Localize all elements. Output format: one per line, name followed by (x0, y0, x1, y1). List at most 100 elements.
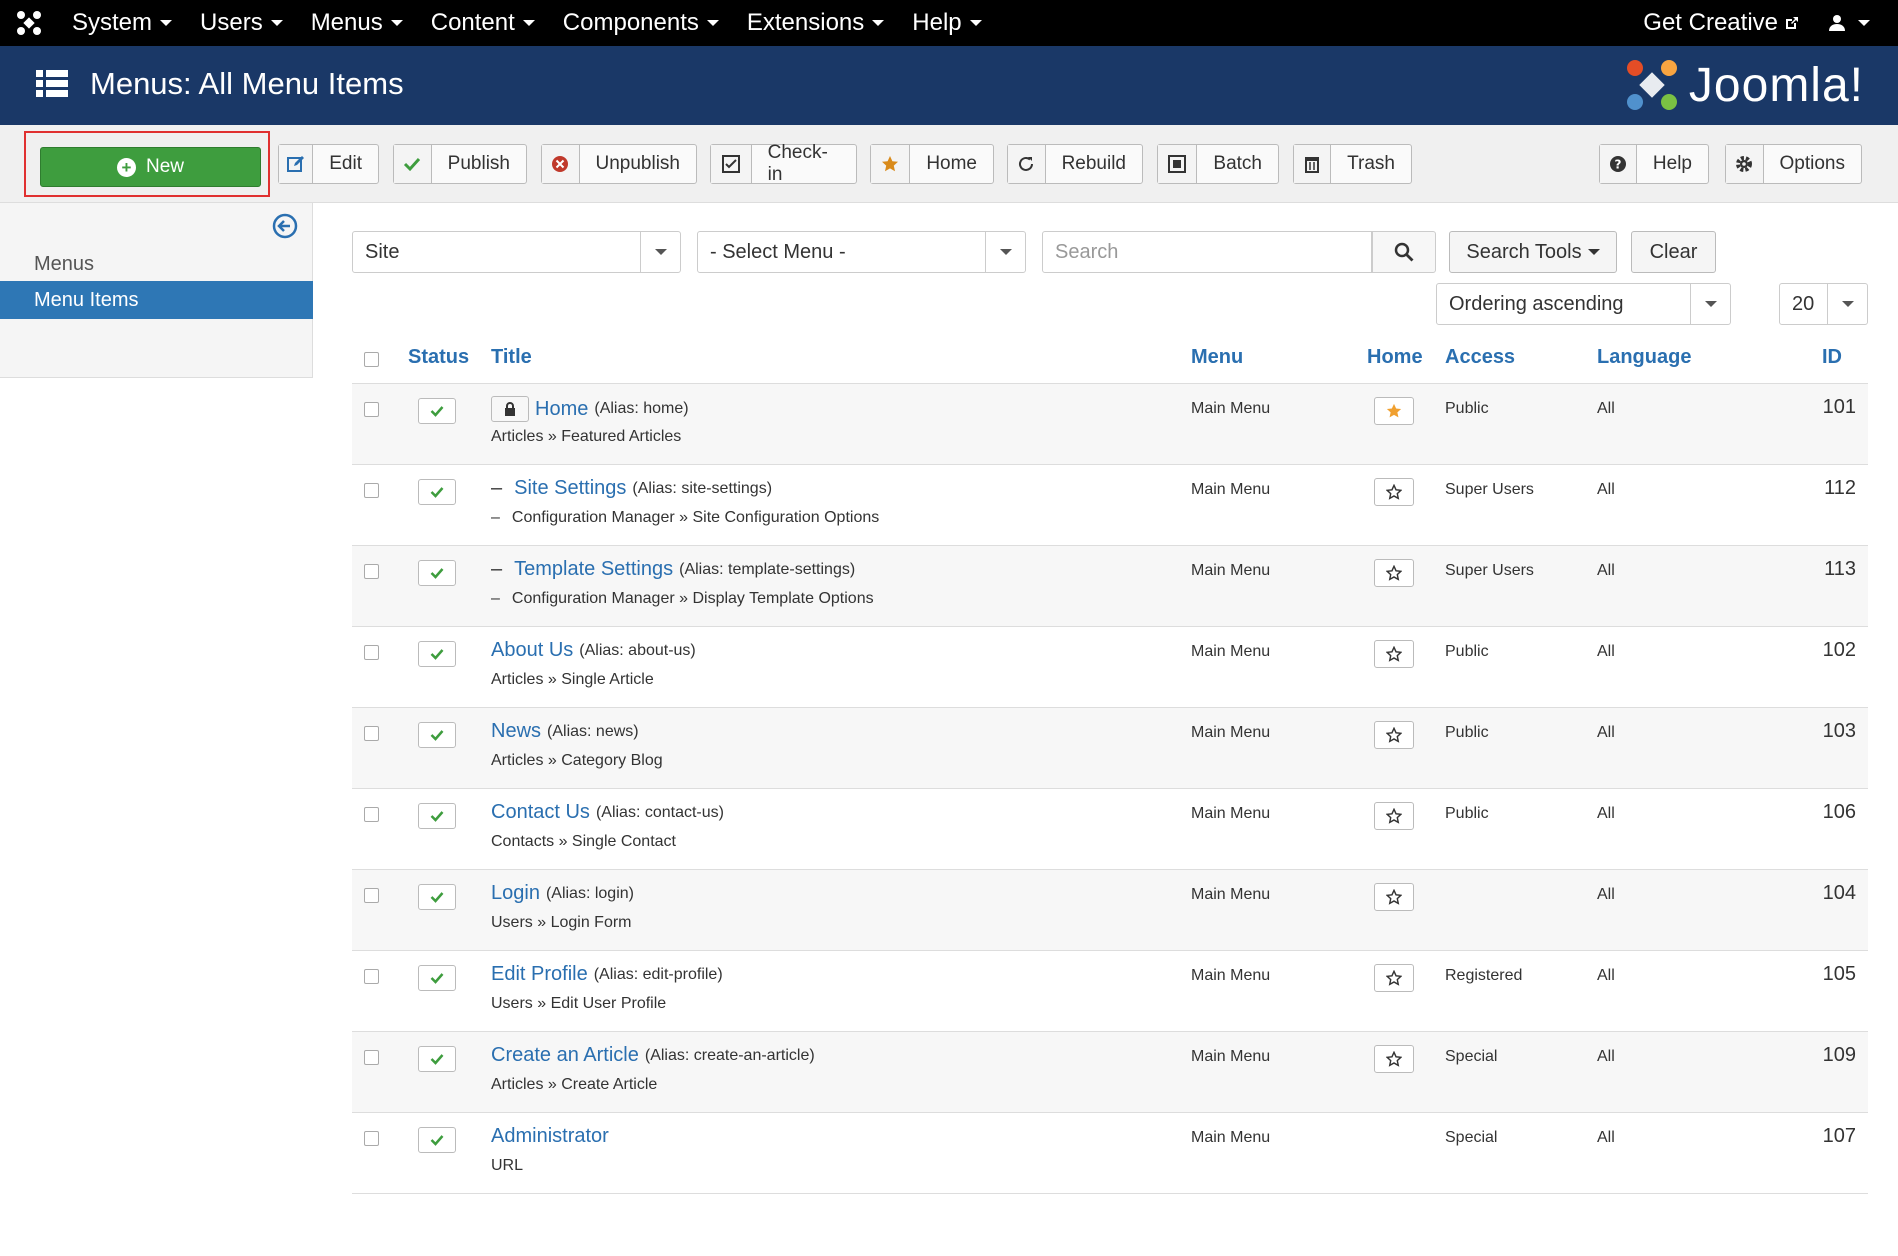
item-title-link[interactable]: Template Settings (514, 558, 673, 581)
id-column-header[interactable]: ID (1822, 346, 1842, 369)
item-language: All (1597, 1129, 1615, 1146)
item-title-link[interactable]: Contact Us (491, 801, 590, 824)
home-toggle-button[interactable] (1374, 802, 1414, 830)
trash-button[interactable]: Trash (1293, 144, 1412, 184)
rebuild-button[interactable]: Rebuild (1007, 144, 1143, 184)
nav-menus[interactable]: Menus (297, 0, 417, 46)
item-access: Registered (1445, 967, 1523, 984)
item-title-link[interactable]: Site Settings (514, 477, 626, 500)
row-checkbox[interactable] (364, 726, 379, 741)
nav-extensions[interactable]: Extensions (733, 0, 898, 46)
home-toggle-button[interactable] (1374, 559, 1414, 587)
nav-users[interactable]: Users (186, 0, 297, 46)
row-checkbox[interactable] (364, 483, 379, 498)
options-button[interactable]: Options (1725, 144, 1862, 184)
row-checkbox[interactable] (364, 1050, 379, 1065)
menu-column-header[interactable]: Menu (1191, 346, 1243, 369)
row-checkbox[interactable] (364, 645, 379, 660)
search-input[interactable]: Search (1042, 231, 1372, 273)
lock-icon[interactable] (491, 396, 529, 422)
item-title-link[interactable]: About Us (491, 639, 573, 662)
status-toggle[interactable] (418, 884, 456, 910)
chevron-down-icon (1827, 284, 1867, 324)
nav-help[interactable]: Help (898, 0, 995, 46)
status-column-header[interactable]: Status (408, 346, 469, 369)
item-title-link[interactable]: Edit Profile (491, 963, 588, 986)
item-access: Public (1445, 805, 1489, 822)
joomla-logo-icon[interactable] (0, 0, 58, 46)
status-toggle[interactable] (418, 398, 456, 424)
client-select[interactable]: Site (352, 231, 681, 273)
check-icon (430, 406, 444, 417)
status-toggle[interactable] (418, 1046, 456, 1072)
user-menu[interactable] (1814, 0, 1898, 46)
item-title-link[interactable]: Login (491, 882, 540, 905)
item-menu: Main Menu (1191, 400, 1271, 417)
row-checkbox[interactable] (364, 1131, 379, 1146)
title-cell: Home (Alias: home) (491, 396, 689, 422)
unpublish-button[interactable]: Unpublish (541, 144, 697, 184)
row-checkbox[interactable] (364, 969, 379, 984)
home-button[interactable]: Home (870, 144, 994, 184)
edit-button[interactable]: Edit (278, 144, 379, 184)
item-title-link[interactable]: Create an Article (491, 1044, 639, 1067)
home-toggle-button[interactable] (1374, 721, 1414, 749)
row-checkbox[interactable] (364, 402, 379, 417)
status-toggle[interactable] (418, 1127, 456, 1153)
select-all-checkbox[interactable] (364, 352, 379, 367)
get-creative-link[interactable]: Get Creative (1629, 0, 1814, 46)
limit-select[interactable]: 20 (1779, 283, 1868, 325)
item-id: 113 (1824, 558, 1856, 580)
item-id: 106 (1822, 801, 1856, 823)
table-row: Login (Alias: login) Users » Login Form Mai… (352, 870, 1868, 951)
status-toggle[interactable] (418, 479, 456, 505)
status-toggle[interactable] (418, 641, 456, 667)
home-default-button[interactable] (1374, 397, 1414, 425)
checkin-button[interactable]: Check-in (710, 142, 857, 185)
status-toggle[interactable] (418, 722, 456, 748)
title-cell: News (Alias: news) (491, 720, 639, 743)
home-toggle-button[interactable] (1374, 883, 1414, 911)
publish-button[interactable]: Publish (393, 144, 527, 184)
row-checkbox[interactable] (364, 888, 379, 903)
search-tools-button[interactable]: Search Tools (1449, 231, 1617, 273)
home-column-header[interactable]: Home (1367, 346, 1423, 369)
clear-label: Clear (1649, 240, 1698, 263)
language-column-header[interactable]: Language (1597, 346, 1691, 369)
ordering-select[interactable]: Ordering ascending (1436, 283, 1731, 325)
home-toggle-button[interactable] (1374, 1045, 1414, 1073)
item-title-link[interactable]: News (491, 720, 541, 743)
item-title-link[interactable]: Administrator (491, 1125, 609, 1148)
search-button[interactable] (1372, 231, 1436, 273)
nav-components[interactable]: Components (549, 0, 733, 46)
item-type-label: Articles » Featured Articles (491, 428, 682, 445)
menu-select[interactable]: - Select Menu - (697, 231, 1026, 273)
title-column-header[interactable]: Title (491, 346, 532, 369)
row-checkbox[interactable] (364, 807, 379, 822)
toolbar: + New Edit Publish Unpublish Check-in Ho… (0, 125, 1898, 203)
home-toggle-button[interactable] (1374, 640, 1414, 668)
status-toggle[interactable] (418, 803, 456, 829)
nav-system[interactable]: System (58, 0, 186, 46)
batch-button[interactable]: Batch (1157, 144, 1279, 184)
clear-button[interactable]: Clear (1631, 231, 1716, 273)
nav-content[interactable]: Content (417, 0, 549, 46)
help-button[interactable]: ? Help (1599, 144, 1709, 184)
item-access: Special (1445, 1129, 1498, 1146)
sidebar-item-menus[interactable]: Menus (34, 253, 94, 276)
nav-help-label: Help (912, 9, 962, 36)
row-checkbox[interactable] (364, 564, 379, 579)
level-dash: – (491, 590, 500, 607)
home-toggle-button[interactable] (1374, 478, 1414, 506)
collapse-sidebar-icon[interactable] (272, 213, 298, 239)
item-title-link[interactable]: Home (535, 398, 588, 421)
status-toggle[interactable] (418, 560, 456, 586)
item-language: All (1597, 1048, 1615, 1065)
home-toggle-button[interactable] (1374, 964, 1414, 992)
search-tools-label: Search Tools (1466, 240, 1582, 263)
nav-users-label: Users (200, 9, 263, 36)
access-column-header[interactable]: Access (1445, 346, 1515, 369)
status-toggle[interactable] (418, 965, 456, 991)
new-button[interactable]: + New (40, 147, 261, 187)
sidebar-item-menu-items[interactable]: Menu Items (0, 281, 313, 319)
